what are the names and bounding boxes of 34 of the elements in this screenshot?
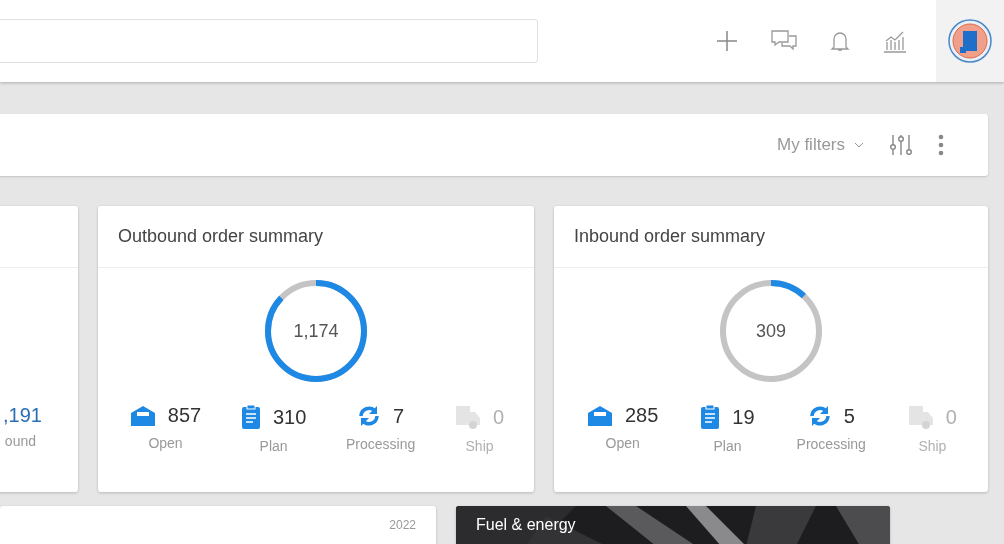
bell-icon[interactable]	[830, 29, 850, 53]
total-count: 1,174	[293, 320, 339, 342]
metric-label: Open	[605, 435, 640, 451]
metric-label: Processing	[796, 436, 866, 452]
more-icon[interactable]	[938, 134, 944, 156]
metric-label: Open	[148, 435, 183, 451]
card-title: Fuel & energy	[476, 516, 576, 534]
count-label: ound	[4, 433, 37, 449]
metric-label: Plan	[259, 438, 288, 454]
metric-label: Ship	[465, 438, 494, 454]
metric-value: 310	[272, 405, 307, 429]
count-value: ,191	[3, 404, 42, 427]
avatar-icon[interactable]	[948, 19, 992, 63]
year-label: 2022	[389, 518, 416, 532]
metric-label: Plan	[713, 438, 742, 454]
chat-icon[interactable]	[771, 29, 797, 53]
sliders-icon[interactable]	[890, 133, 912, 157]
metric-label: Processing	[346, 436, 416, 452]
metric-value: 285	[625, 404, 659, 427]
card-title: Inbound order summary	[574, 226, 766, 247]
my-filters-dropdown[interactable]: My filters	[777, 135, 864, 155]
metric-value: 19	[732, 405, 755, 429]
metric-value: 5	[843, 404, 855, 428]
add-icon[interactable]	[716, 30, 738, 52]
metric-value: 0	[945, 405, 957, 429]
chevron-down-icon	[854, 142, 864, 148]
metric-label: Ship	[918, 438, 947, 454]
metric-value: 857	[167, 404, 202, 427]
card-title: Outbound order summary	[118, 226, 324, 247]
total-count: 309	[756, 320, 786, 342]
metric-value: 7	[393, 404, 405, 428]
chart-icon[interactable]	[883, 29, 907, 53]
metric-value: 0	[492, 405, 505, 429]
search-field[interactable]	[0, 19, 538, 63]
